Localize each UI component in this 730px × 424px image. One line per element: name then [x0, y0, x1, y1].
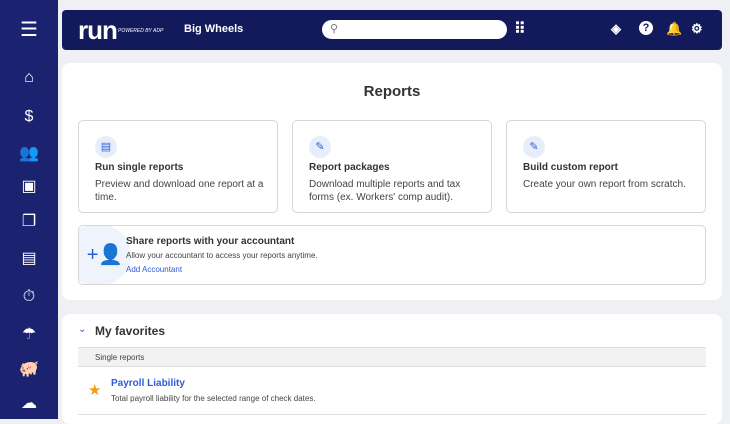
document-edit-icon: ✎ [523, 136, 545, 158]
favorites-panel: ⌄ My favorites Single reports ★ Payroll … [62, 314, 722, 424]
run-logo[interactable]: run [78, 15, 118, 46]
help-icon[interactable]: ? [639, 21, 653, 35]
card-desc: Create your own report from scratch. [523, 179, 686, 190]
card-title: Report packages [309, 162, 390, 173]
share-with-accountant-card: +👤 Share reports with your accountant Al… [78, 225, 706, 285]
add-user-icon: +👤 [79, 226, 131, 284]
section-header: Single reports [78, 347, 706, 367]
tag-icon[interactable]: ◈ [611, 21, 621, 37]
powered-by-label: POWERED BY ADP [118, 28, 164, 34]
piggy-bank-icon[interactable]: 🐖 [0, 360, 58, 380]
favorites-title[interactable]: My favorites [95, 324, 165, 338]
top-header: run POWERED BY ADP Big Wheels ⚲ ⠿ ◈ ? 🔔 … [62, 10, 722, 50]
stopwatch-icon[interactable]: ⏱ [0, 287, 58, 307]
document-edit-icon: ✎ [309, 136, 331, 158]
reports-panel: Reports ▤ Run single reports Preview and… [62, 63, 722, 300]
cards-icon[interactable]: ▣ [0, 177, 58, 197]
company-name: Big Wheels [184, 23, 244, 35]
document-icon: ▤ [95, 136, 117, 158]
share-title: Share reports with your accountant [126, 236, 295, 247]
documents-icon[interactable]: ❐ [0, 212, 58, 232]
page-title: Reports [363, 83, 421, 100]
dollar-icon[interactable]: $ [0, 107, 58, 127]
run-single-reports-card[interactable]: ▤ Run single reports Preview and downloa… [78, 120, 278, 213]
home-icon[interactable]: ⌂ [0, 68, 58, 88]
report-link[interactable]: Payroll Liability [111, 378, 185, 389]
money-check-icon[interactable]: ▤ [0, 249, 58, 269]
search-input[interactable]: ⚲ [322, 20, 507, 39]
add-accountant-link[interactable]: Add Accountant [126, 265, 182, 274]
people-icon[interactable]: 👥 [0, 144, 58, 164]
umbrella-icon[interactable]: ☂ [0, 325, 58, 345]
bell-icon[interactable]: 🔔 [666, 21, 682, 37]
card-title: Build custom report [523, 162, 619, 173]
chevron-down-icon[interactable]: ⌄ [78, 324, 86, 335]
sidebar: ☰ ⌂ $ 👥 ▣ ❐ ▤ ⏱ ☂ 🐖 ☁ [0, 0, 58, 419]
card-desc: Preview and download one report at a tim… [95, 179, 264, 203]
card-title: Run single reports [95, 162, 184, 173]
list-item[interactable]: ★ Payroll Liability Total payroll liabil… [78, 369, 706, 415]
star-icon[interactable]: ★ [88, 381, 101, 399]
search-icon: ⚲ [330, 23, 339, 35]
report-desc: Total payroll liability for the selected… [111, 394, 316, 403]
user-settings-icon[interactable]: ⚙ [691, 21, 703, 37]
share-desc: Allow your accountant to access your rep… [126, 251, 318, 260]
apps-grid-icon[interactable]: ⠿ [514, 19, 526, 39]
menu-icon[interactable]: ☰ [0, 20, 58, 40]
report-packages-card[interactable]: ✎ Report packages Download multiple repo… [292, 120, 492, 213]
card-desc: Download multiple reports and tax forms … [309, 179, 461, 203]
cloud-icon[interactable]: ☁ [0, 394, 58, 414]
build-custom-report-card[interactable]: ✎ Build custom report Create your own re… [506, 120, 706, 213]
